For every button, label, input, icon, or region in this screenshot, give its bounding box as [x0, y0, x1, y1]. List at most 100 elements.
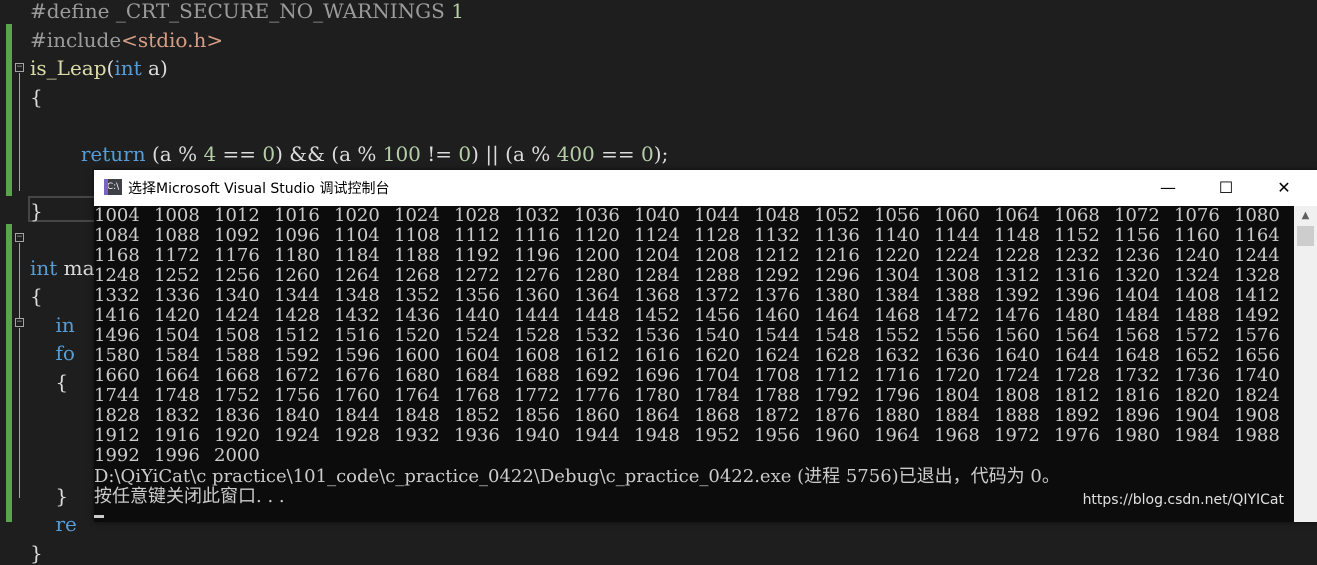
collapse-icon[interactable]: −: [15, 318, 24, 327]
output-value: 1744: [94, 385, 140, 406]
output-value: 1708: [754, 365, 800, 386]
code-line-include: #include<stdio.h>: [30, 28, 223, 52]
output-value: 1336: [154, 285, 200, 306]
output-value: 1368: [634, 285, 680, 306]
output-value: 1324: [1174, 265, 1220, 286]
output-value: 1480: [1054, 305, 1100, 326]
output-value: 1680: [394, 365, 440, 386]
output-value: 1768: [454, 385, 500, 406]
output-value: 1020: [334, 206, 380, 226]
output-value: 1832: [154, 405, 200, 426]
output-value: 1980: [1114, 425, 1160, 446]
output-value: 1340: [214, 285, 260, 306]
console-titlebar[interactable]: C:\ 选择Microsoft Visual Studio 调试控制台 — ☐ …: [94, 170, 1317, 206]
code-line-define: #define _CRT_SECURE_NO_WARNINGS 1: [30, 0, 464, 23]
output-value: 1024: [394, 206, 440, 226]
collapse-icon[interactable]: −: [15, 233, 24, 242]
output-value: 1264: [334, 265, 380, 286]
output-value: 1888: [994, 405, 1040, 426]
output-value: 1320: [1114, 265, 1160, 286]
collapse-icon[interactable]: −: [15, 63, 24, 72]
maximize-button[interactable]: ☐: [1197, 170, 1255, 206]
code-token: ==: [594, 141, 642, 166]
close-button[interactable]: ✕: [1255, 170, 1313, 206]
output-value: 1140: [874, 225, 920, 246]
output-value: 1224: [934, 245, 980, 266]
output-value: 1688: [514, 365, 560, 386]
output-value: 1588: [214, 345, 260, 366]
output-value: 1388: [934, 285, 980, 306]
output-value: 1880: [874, 405, 920, 426]
output-value: 1496: [94, 325, 140, 346]
press-key-prompt: 按任意键关闭此窗口. . .: [94, 486, 285, 507]
output-value: 1192: [454, 245, 500, 266]
output-value: 1636: [934, 345, 980, 366]
output-value: 1640: [994, 345, 1040, 366]
output-value: 1296: [814, 265, 860, 286]
code-token: #define: [30, 0, 116, 23]
output-value: 1232: [1054, 245, 1100, 266]
code-token: _CRT_SECURE_NO_WARNINGS: [115, 0, 445, 23]
output-value: 1812: [1054, 385, 1100, 406]
output-value: 1736: [1174, 365, 1220, 386]
code-token: 0: [262, 141, 276, 166]
output-value: 1352: [394, 285, 440, 306]
output-value: 1712: [814, 365, 860, 386]
output-value: 1616: [634, 345, 680, 366]
output-value: 1160: [1174, 225, 1220, 246]
output-value: 1056: [874, 206, 920, 226]
fold-guide: [19, 243, 20, 318]
output-value: 1828: [94, 405, 140, 426]
code-line-for-open: {: [30, 370, 68, 394]
window-title: 选择Microsoft Visual Studio 调试控制台: [128, 181, 390, 197]
scroll-up-arrow-icon[interactable]: ▲: [1294, 206, 1317, 226]
code-token: fo: [55, 341, 75, 365]
output-value: 1836: [214, 405, 260, 426]
output-value: 1824: [1234, 385, 1280, 406]
output-value: 1044: [694, 206, 740, 226]
output-value: 1984: [1174, 425, 1220, 446]
code-line-main-for: fo: [30, 341, 75, 365]
output-value: 1816: [1114, 385, 1160, 406]
minimize-button[interactable]: —: [1139, 170, 1197, 206]
output-value: 1504: [154, 325, 200, 346]
output-value: 1748: [154, 385, 200, 406]
output-value: 1628: [814, 345, 860, 366]
code-line-main-sig: int ma: [30, 256, 95, 280]
output-value: 1348: [334, 285, 380, 306]
output-value: 1200: [574, 245, 620, 266]
code-token: 4: [203, 141, 217, 166]
output-value: 1780: [634, 385, 680, 406]
output-value: 1196: [514, 245, 560, 266]
output-value: 1556: [934, 325, 980, 346]
output-value: 1844: [334, 405, 380, 426]
output-value: 1120: [574, 225, 620, 246]
vertical-scrollbar[interactable]: ▲: [1294, 206, 1317, 522]
output-value: 1304: [874, 265, 920, 286]
output-value: 1312: [994, 265, 1040, 286]
code-token: 400: [556, 141, 595, 166]
output-value: 1284: [634, 265, 680, 286]
output-value: 1228: [994, 245, 1040, 266]
output-value: 1180: [274, 245, 320, 266]
output-value: 1316: [1054, 265, 1100, 286]
output-value: 1788: [754, 385, 800, 406]
output-value: 1696: [634, 365, 680, 386]
output-value: 1464: [814, 305, 860, 326]
scroll-thumb[interactable]: [1297, 226, 1314, 246]
change-indicator: [6, 24, 12, 196]
output-value: 1548: [814, 325, 860, 346]
output-value: 1576: [1234, 325, 1280, 346]
output-value: 1760: [334, 385, 380, 406]
output-value: 1208: [694, 245, 740, 266]
output-value: 1732: [1114, 365, 1160, 386]
code-token: 1: [451, 0, 464, 23]
output-value: 1004: [94, 206, 140, 226]
output-value: 1996: [154, 445, 200, 466]
debug-console-window[interactable]: C:\ 选择Microsoft Visual Studio 调试控制台 — ☐ …: [94, 170, 1317, 522]
output-value: 1448: [574, 305, 620, 326]
console-output[interactable]: 1004 1008 1012 1016 1020 1024 1028 1032 1036 1040…: [94, 206, 1294, 522]
output-value: 1524: [454, 325, 500, 346]
output-value: 1252: [154, 265, 200, 286]
output-value: 1444: [514, 305, 560, 326]
